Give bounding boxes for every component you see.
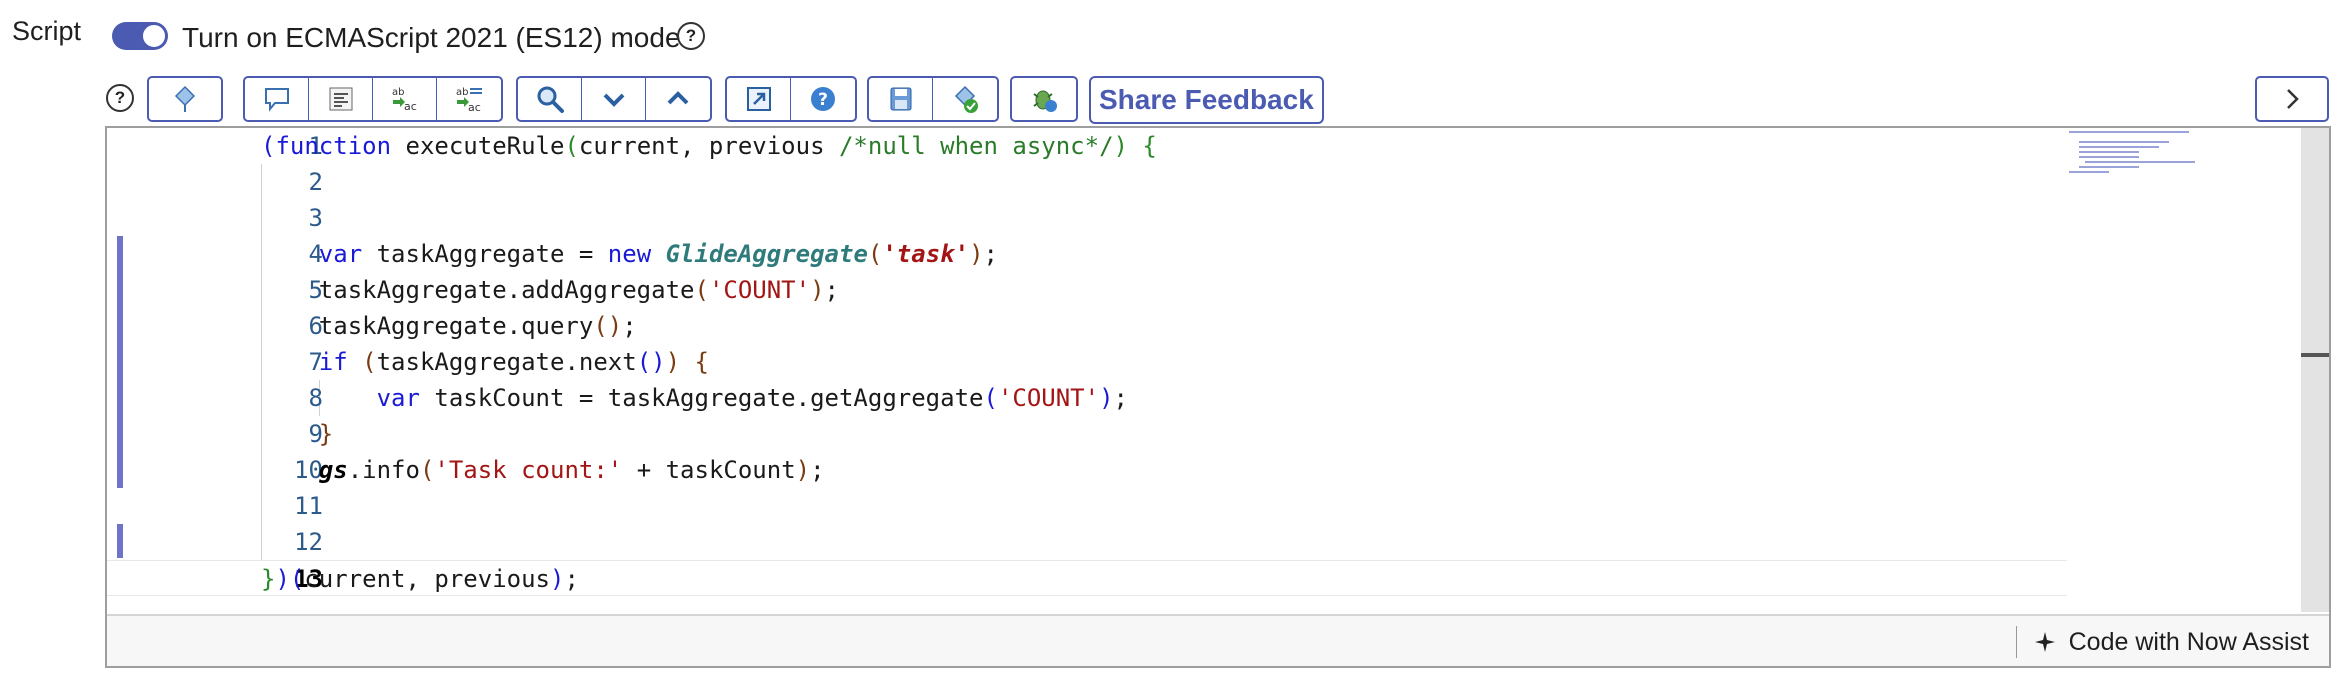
code-string: 'Task count:' [434,456,623,484]
question-icon: ? [811,87,835,111]
svg-text:ab: ab [392,87,404,98]
svg-text:ab: ab [456,87,468,98]
toolbar-group-search [516,76,712,122]
code-line[interactable]: 3 [107,200,2067,236]
svg-text:?: ? [818,90,828,110]
format-icon [329,87,352,111]
debug-button[interactable] [1012,78,1076,120]
save-button[interactable] [869,78,933,120]
code-line-current[interactable]: 13 })(current, previous); [107,560,2067,596]
replace-button[interactable]: ab ac [373,78,437,120]
code-token: taskAggregate = [362,240,608,268]
expand-panel-button[interactable] [2255,76,2329,122]
fullscreen-button[interactable] [727,78,791,120]
code-string: 'task' [882,240,970,268]
editor-info-button[interactable]: ? [791,78,855,120]
comment-button[interactable] [245,78,309,120]
code-line[interactable]: 5 taskAggregate.addAggregate('COUNT'); [107,272,2067,308]
code-token: (function [261,132,392,160]
code-minimap[interactable] [2069,128,2267,188]
code-line[interactable]: 6 taskAggregate.query(); [107,308,2067,344]
check-syntax-icon [954,85,978,113]
toolbar-group-debug [1010,76,1078,122]
divider [2015,626,2017,658]
code-line[interactable]: 2 [107,164,2067,200]
code-string: 'COUNT' [997,384,1100,412]
previous-match-button[interactable] [646,78,710,120]
code-token: taskAggregate.addAggregate [318,276,695,304]
es12-help-icon[interactable]: ? [677,22,705,50]
code-token: executeRule [391,132,565,160]
next-match-button[interactable] [582,78,646,120]
script-include-button[interactable] [149,78,221,120]
script-include-icon [174,85,196,112]
bug-icon [1033,90,1057,112]
toolbar-group-edit: ab ac ab ac [243,76,503,122]
code-class: GlideAggregate [665,240,868,268]
chevron-right-icon [2287,89,2299,109]
chevron-up-icon [667,91,689,105]
code-line[interactable]: 7 if (taskAggregate.next()) { [107,344,2067,380]
code-keyword: new [607,240,652,268]
code-keyword: if [318,348,348,376]
scrollbar-thumb[interactable] [2301,353,2329,357]
code-keyword: var [318,240,363,268]
code-line[interactable]: 11 [107,488,2067,524]
field-label: Script [12,16,82,46]
share-feedback-button[interactable]: Share Feedback [1089,76,1324,124]
toggle-knob [142,24,166,48]
es12-mode-toggle[interactable] [112,22,168,50]
replace-all-icon: abac [456,87,482,114]
code-line[interactable]: 8 var taskCount = taskAggregate.getAggre… [107,380,2067,416]
toolbar-group-include [147,76,223,122]
now-assist-button[interactable]: Code with Now Assist [2015,626,2309,658]
replace-icon: abac [392,87,417,113]
code-token: taskAggregate.query [318,312,594,340]
code-token: + taskCount [622,456,796,484]
sparkle-icon [2034,632,2055,652]
code-token: .info [347,456,420,484]
line-number: 3 [308,204,323,232]
toolbar-group-view: ? [725,76,857,122]
svg-text:ac: ac [468,101,481,114]
svg-text:ac: ac [404,100,417,113]
code-token: current, previous [304,565,550,593]
code-string: 'COUNT' [708,276,811,304]
editor-help-icon[interactable]: ? [106,84,134,112]
code-token: taskAggregate.next [376,348,637,376]
replace-all-button[interactable]: ab ac [437,78,501,120]
comment-icon [264,88,289,112]
chevron-down-icon [603,93,624,107]
code-token: taskCount = taskAggregate.getAggregate [419,384,984,412]
code-keyword: var [376,384,420,412]
format-button[interactable] [309,78,373,120]
check-syntax-button[interactable] [933,78,997,120]
search-button[interactable] [518,78,582,120]
save-icon [890,87,911,111]
line-number: 12 [294,528,323,556]
line-number: 11 [294,492,323,520]
search-icon [537,86,564,113]
code-line[interactable]: 9 } [107,416,2067,452]
toolbar-group-save [867,76,999,122]
code-comment: /*null when async*/ [838,132,1114,160]
code-line[interactable]: 1 (function executeRule(current, previou… [107,128,2067,164]
code-line[interactable]: 12 [107,524,2067,560]
code-editor[interactable]: 1 (function executeRule(current, previou… [105,126,2331,668]
editor-status-bar: Code with Now Assist [107,614,2329,666]
code-line[interactable]: 10 gs.info('Task count:' + taskCount); [107,452,2067,488]
now-assist-label: Code with Now Assist [2068,627,2309,656]
fullscreen-icon [746,87,771,111]
es12-mode-label: Turn on ECMAScript 2021 (ES12) mode [182,22,681,53]
code-token: current, previous [578,132,839,160]
code-global: gs [318,456,348,484]
code-line[interactable]: 4 var taskAggregate = new GlideAggregate… [107,236,2067,272]
line-number: 2 [308,168,323,196]
vertical-scrollbar[interactable] [2301,128,2329,612]
